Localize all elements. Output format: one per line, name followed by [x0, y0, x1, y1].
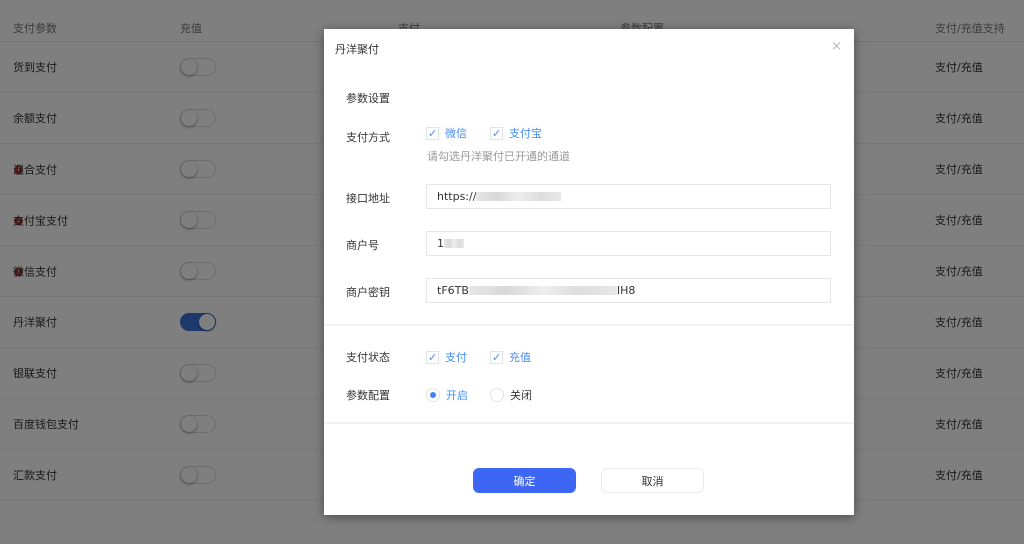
merchant-key-input[interactable]: tF6TB IH8: [426, 278, 831, 303]
section-title: 参数设置: [346, 92, 390, 105]
radio-label: 开启: [446, 389, 468, 402]
check-icon: ✓: [490, 126, 503, 140]
check-icon: ✓: [490, 350, 503, 364]
input-value: tF6TB: [437, 284, 469, 297]
radio-label: 关闭: [510, 389, 532, 402]
radio-off[interactable]: 关闭: [490, 387, 532, 403]
merchant-id-input[interactable]: 1: [426, 231, 831, 256]
checkbox-alipay[interactable]: ✓ 支付宝: [490, 125, 542, 141]
pay-status-label: 支付状态: [346, 351, 390, 364]
param-config-label: 参数配置: [346, 389, 390, 402]
checkbox-recharge[interactable]: ✓ 充值: [490, 349, 531, 365]
checkbox-wechat[interactable]: ✓ 微信: [426, 125, 467, 141]
pay-method-label: 支付方式: [346, 131, 390, 144]
pay-method-hint: 请勾选丹洋聚付已开通的通道: [427, 150, 570, 163]
checkbox-label: 支付: [445, 351, 467, 364]
masked-text: [468, 286, 617, 295]
radio-selected-icon: [426, 388, 440, 402]
divider: [324, 422, 854, 424]
input-value: https://: [437, 190, 477, 203]
input-value-suffix: IH8: [616, 284, 636, 297]
masked-text: [444, 239, 464, 248]
check-icon: ✓: [426, 126, 439, 140]
radio-on[interactable]: 开启: [426, 387, 468, 403]
api-url-input[interactable]: https://: [426, 184, 831, 209]
cancel-button[interactable]: 取消: [601, 468, 704, 493]
merchant-id-label: 商户号: [346, 239, 379, 252]
merchant-key-label: 商户密钥: [346, 286, 390, 299]
close-icon[interactable]: ×: [831, 39, 842, 54]
api-url-label: 接口地址: [346, 192, 390, 205]
divider: [324, 324, 854, 326]
masked-text: [476, 192, 562, 201]
radio-icon: [490, 388, 504, 402]
checkbox-pay[interactable]: ✓ 支付: [426, 349, 467, 365]
checkbox-label: 支付宝: [509, 127, 542, 140]
confirm-button[interactable]: 确定: [473, 468, 576, 493]
checkbox-label: 微信: [445, 127, 467, 140]
input-value: 1: [437, 237, 444, 250]
check-icon: ✓: [426, 350, 439, 364]
checkbox-label: 充值: [509, 351, 531, 364]
dialog-danyang-pay: 丹洋聚付 × 参数设置 支付方式 ✓ 微信 ✓ 支付宝 请勾选丹洋聚付已开通的通道 …: [324, 29, 854, 515]
dialog-title: 丹洋聚付: [335, 43, 379, 56]
